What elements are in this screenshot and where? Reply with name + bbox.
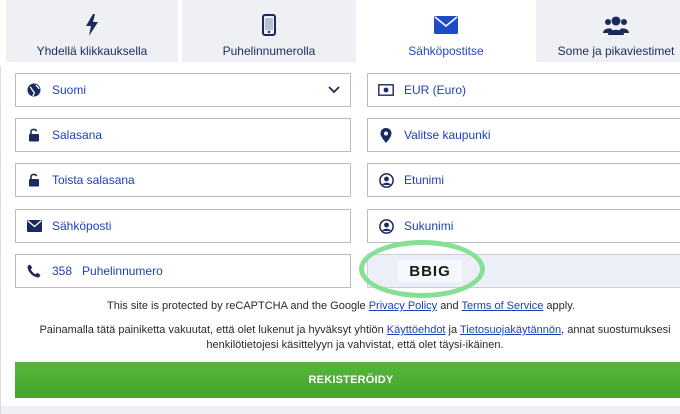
last-name-placeholder: Sukunimi (404, 219, 454, 233)
recaptcha-notice: This site is protected by reCAPTCHA and … (1, 299, 680, 314)
tab-label: Sähköpostitse (408, 44, 484, 58)
chevron-down-icon (328, 83, 340, 102)
password-field[interactable]: Salasana (15, 118, 351, 152)
tab-label: Puhelinnumerolla (222, 44, 316, 58)
country-value: Suomi (52, 83, 87, 97)
bottom-bar (1, 406, 680, 414)
first-name-field[interactable]: Etunimi (367, 163, 680, 197)
captcha-image: BBIG (398, 260, 462, 282)
terms-link[interactable]: Käyttöehdot (387, 324, 446, 336)
consent-text: Painamalla tätä painiketta vakuutat, ett… (39, 324, 387, 336)
country-select[interactable]: Suomi (15, 73, 351, 107)
tab-phone[interactable]: Puhelinnumerolla (182, 0, 356, 62)
city-select[interactable]: Valitse kaupunki (367, 118, 680, 152)
globe-icon (26, 82, 42, 98)
last-name-field[interactable]: Sukunimi (367, 209, 680, 243)
first-name-placeholder: Etunimi (404, 173, 445, 187)
register-button[interactable]: REKISTERÖIDY (15, 362, 680, 398)
registration-form: Suomi EUR (Euro) Salasana Valitse kaupun… (0, 66, 680, 414)
password-repeat-field[interactable]: Toista salasana (15, 163, 351, 197)
envelope-icon (434, 14, 458, 36)
map-pin-icon (378, 127, 394, 143)
registration-method-tabs: Yhdellä klikkauksella Puhelinnumerolla S… (0, 0, 680, 66)
consent-notice: Painamalla tätä painiketta vakuutat, ett… (1, 323, 680, 353)
unlock-icon (26, 172, 42, 188)
envelope-icon (26, 218, 42, 234)
currency-field[interactable]: EUR (Euro) (367, 73, 680, 107)
phone-placeholder: Puhelinnumero (82, 264, 163, 278)
users-icon (603, 14, 629, 36)
consent-text: , annat suostumuksesi (561, 324, 671, 336)
user-circle-icon (378, 172, 394, 188)
lightning-icon (86, 14, 98, 36)
currency-value: EUR (Euro) (404, 83, 467, 97)
password-placeholder: Salasana (52, 128, 103, 142)
phone-prefix: 358 (52, 264, 73, 278)
unlock-icon (26, 127, 42, 143)
captcha-field[interactable]: BBIG (367, 254, 680, 288)
recaptcha-text: apply. (543, 300, 575, 312)
banknote-icon (378, 82, 394, 98)
tab-email[interactable]: Sähköpostitse (358, 0, 534, 66)
recaptcha-text: and (437, 300, 462, 312)
password-repeat-placeholder: Toista salasana (52, 173, 135, 187)
phone-icon (26, 263, 42, 279)
privacy-policy-link[interactable]: Privacy Policy (369, 300, 437, 312)
city-placeholder: Valitse kaupunki (404, 128, 491, 142)
recaptcha-text: This site is protected by reCAPTCHA and … (107, 300, 369, 312)
privacy-link[interactable]: Tietosuojakäytännön (460, 324, 561, 336)
tab-label: Some ja pikaviestimet (557, 44, 675, 58)
tab-social[interactable]: Some ja pikaviestimet (536, 0, 680, 62)
email-placeholder: Sähköposti (52, 219, 112, 233)
consent-text: henkilötietojesi käsittelyyn ja vahvista… (206, 339, 504, 351)
terms-of-service-link[interactable]: Terms of Service (461, 300, 543, 312)
tab-one-click[interactable]: Yhdellä klikkauksella (6, 0, 178, 62)
mobile-phone-icon (262, 14, 276, 36)
consent-text: ja (445, 324, 460, 336)
user-circle-icon (378, 218, 394, 234)
tab-label: Yhdellä klikkauksella (36, 44, 148, 58)
email-field[interactable]: Sähköposti (15, 209, 351, 243)
phone-field[interactable]: 358 Puhelinnumero (15, 254, 351, 288)
